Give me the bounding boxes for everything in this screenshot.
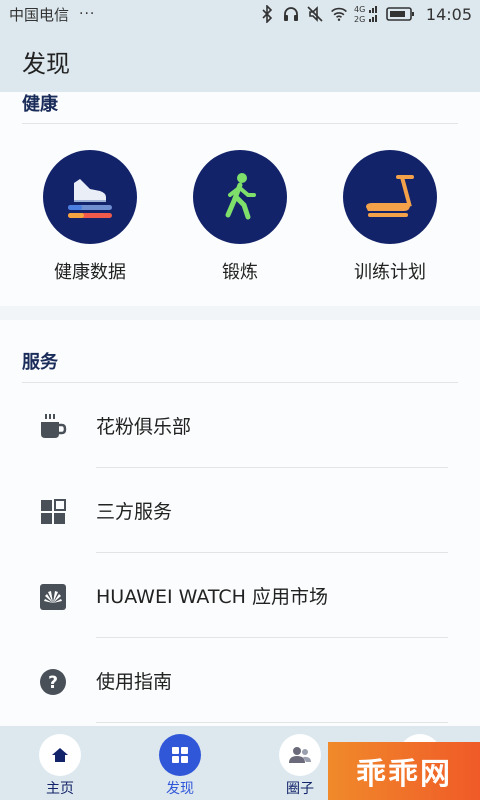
row-divider	[96, 722, 448, 723]
row-divider	[96, 637, 448, 638]
treadmill-icon	[366, 175, 414, 217]
user-guide-label: 使用指南	[96, 671, 173, 693]
network-2g-label: 2G	[354, 15, 365, 24]
huafen-club-item[interactable]: 花粉俱乐部	[0, 384, 480, 468]
coffee-cup-icon	[38, 412, 68, 442]
row-divider	[96, 552, 448, 553]
health-divider	[22, 123, 458, 124]
huafen-club-label: 花粉俱乐部	[96, 416, 192, 438]
watch-app-market-item[interactable]: HUAWEI WATCH 应用市场	[0, 554, 480, 638]
mute-icon	[306, 5, 324, 23]
status-bar: 中国电信 ··· 4G 2G 14:05	[0, 0, 480, 28]
carrier-label: 中国电信	[9, 5, 70, 24]
watermark-logo: 乖乖网	[328, 742, 480, 800]
workout-label: 锻炼	[222, 262, 258, 283]
third-party-service-item[interactable]: 三方服务	[0, 469, 480, 553]
discover-grid-icon	[159, 734, 201, 776]
page-title: 发现	[22, 50, 70, 78]
workout-icon-circle	[193, 150, 287, 244]
huawei-logo-icon	[38, 582, 68, 612]
tab-home[interactable]: 主页	[10, 726, 110, 800]
tab-discover-label: 发现	[166, 781, 194, 797]
watch-app-market-label: HUAWEI WATCH 应用市场	[96, 586, 328, 608]
workout-button[interactable]: 锻炼	[175, 150, 305, 284]
walking-person-icon	[225, 173, 256, 220]
tab-home-label: 主页	[46, 781, 74, 797]
health-section: 健康 健康数据 锻炼 训练计划	[0, 92, 480, 306]
friends-icon	[279, 734, 321, 776]
service-section-title: 服务	[22, 352, 58, 373]
battery-icon	[386, 5, 416, 23]
headphones-icon	[282, 5, 300, 23]
tab-discover[interactable]: 发现	[130, 726, 230, 800]
help-question-icon: ?	[38, 667, 68, 697]
service-divider	[22, 382, 458, 383]
grid-apps-icon	[38, 497, 68, 527]
app-bar: 发现	[0, 28, 480, 92]
row-divider	[96, 467, 448, 468]
training-plan-icon-circle	[343, 150, 437, 244]
svg-text:?: ?	[48, 673, 58, 693]
notification-dots: ···	[79, 6, 96, 22]
training-plan-label: 训练计划	[354, 262, 426, 283]
user-guide-item[interactable]: ? 使用指南	[0, 639, 480, 723]
shoe-icon	[68, 179, 112, 218]
service-section: 服务 花粉俱乐部 三方服务 HUAWEI WATCH 应用市场 ? 使用指南	[0, 320, 480, 726]
clock-time: 14:05	[425, 4, 472, 24]
bluetooth-icon	[258, 5, 276, 23]
health-data-icon-circle	[43, 150, 137, 244]
health-data-button[interactable]: 健康数据	[25, 150, 155, 284]
network-4g-label: 4G	[354, 5, 365, 14]
health-data-label: 健康数据	[54, 262, 126, 283]
signal-icon: 4G 2G	[354, 5, 380, 24]
home-icon	[39, 734, 81, 776]
health-section-title: 健康	[22, 94, 58, 115]
wifi-icon	[330, 5, 348, 23]
training-plan-button[interactable]: 训练计划	[325, 150, 455, 284]
third-party-service-label: 三方服务	[96, 501, 173, 523]
status-icons: 4G 2G 14:05	[258, 0, 472, 28]
